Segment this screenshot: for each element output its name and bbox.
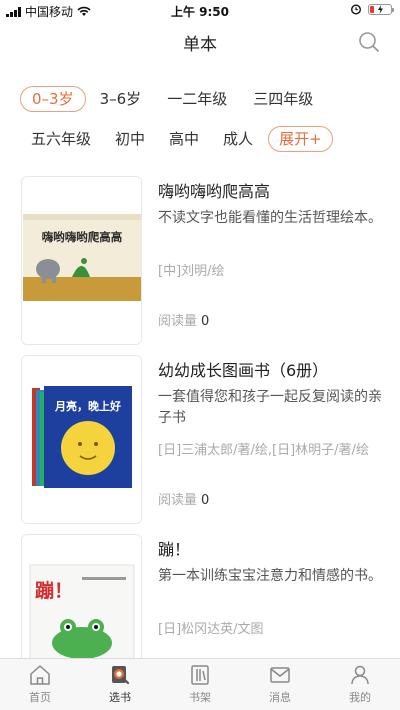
- book-cover-title: 嗨哟嗨哟爬高高: [42, 230, 123, 244]
- book-title[interactable]: 幼幼成长图画书（6册）: [158, 357, 328, 381]
- book-cover-title: 月亮，晚上好: [54, 399, 121, 413]
- read-count-label: 阅读量: [158, 493, 198, 508]
- search-icon[interactable]: [358, 31, 380, 53]
- filter-chip-grade-3-4[interactable]: 三四年级: [241, 86, 325, 112]
- book-author: [日]三浦太郎/著/绘,[日]林明子/著/绘: [158, 443, 369, 458]
- battery-icon: [368, 3, 394, 15]
- tab-profile[interactable]: 我的: [320, 659, 400, 710]
- profile-icon: [351, 665, 369, 685]
- book-item[interactable]: 月亮，晚上好 幼幼成长图画书（6册） 一套值得您和孩子一起反复阅读的亲子书 [日…: [0, 355, 400, 525]
- tab-label: 我的: [349, 691, 371, 704]
- read-count-value: 0: [201, 493, 210, 508]
- filter-row-2: 五六年级 初中 高中 成人 展开+: [20, 126, 390, 152]
- book-description: 不读文字也能看懂的生活哲理绘本。: [158, 210, 382, 226]
- alarm-clock-icon: [350, 4, 362, 15]
- book-author: [日]松冈达英/文图: [158, 622, 264, 637]
- status-time: 上午 9:50: [170, 5, 230, 19]
- book-cover-image: 嗨哟嗨哟爬高高: [22, 177, 141, 344]
- filter-chip-3-6[interactable]: 3–6岁: [88, 86, 154, 112]
- filter-chip-grade-1-2[interactable]: 一二年级: [155, 86, 239, 112]
- tab-messages[interactable]: 消息: [240, 659, 320, 710]
- filter-row-1: 0–3岁 3–6岁 一二年级 三四年级: [20, 86, 390, 112]
- filter-chip-adult[interactable]: 成人: [212, 126, 264, 152]
- read-count-label: 阅读量: [158, 314, 198, 329]
- nav-bar: 单本: [0, 20, 400, 64]
- book-cover-image: 蹦！: [22, 535, 141, 658]
- book-item[interactable]: 嗨哟嗨哟爬高高 嗨哟嗨哟爬高高 不读文字也能看懂的生活哲理绘本。 [中]刘明/绘…: [0, 176, 400, 346]
- read-count: 阅读量 0: [158, 489, 209, 508]
- status-right: [350, 3, 394, 15]
- tab-label: 选书: [109, 691, 131, 704]
- book-title[interactable]: 嗨哟嗨哟爬高高: [158, 178, 270, 202]
- home-icon: [30, 665, 50, 685]
- tab-label: 首页: [29, 691, 51, 704]
- filter-chip-junior-high[interactable]: 初中: [104, 126, 156, 152]
- age-filter: 0–3岁 3–6岁 一二年级 三四年级 五六年级 初中 高中 成人 展开+: [20, 86, 390, 166]
- book-item[interactable]: 蹦！ 蹦！ 第一本训练宝宝注意力和情感的书。 [日]松冈达英/文图: [0, 534, 400, 658]
- tab-bookshelf[interactable]: 书架: [160, 659, 240, 710]
- tab-home[interactable]: 首页: [0, 659, 80, 710]
- tab-choose-book[interactable]: 选书: [80, 659, 160, 710]
- book-cover[interactable]: 蹦！: [21, 534, 142, 658]
- book-search-icon: [112, 666, 130, 685]
- tab-label: 消息: [269, 691, 291, 704]
- page-title: 单本: [183, 35, 217, 55]
- status-bar: 中国移动 上午 9:50: [0, 0, 400, 20]
- filter-chip-grade-5-6[interactable]: 五六年级: [20, 126, 102, 152]
- book-cover[interactable]: 月亮，晚上好: [21, 355, 142, 524]
- book-cover[interactable]: 嗨哟嗨哟爬高高: [21, 176, 142, 345]
- filter-chip-0-3[interactable]: 0–3岁: [20, 86, 86, 112]
- bookshelf-icon: [191, 665, 209, 685]
- book-title[interactable]: 蹦！: [158, 536, 190, 560]
- mail-icon: [270, 667, 290, 683]
- filter-chip-senior-high[interactable]: 高中: [158, 126, 210, 152]
- read-count-value: 0: [201, 314, 210, 329]
- book-author: [中]刘明/绘: [158, 264, 225, 279]
- book-cover-image: 月亮，晚上好: [22, 356, 141, 523]
- tab-label: 书架: [189, 691, 211, 704]
- book-description: 一套值得您和孩子一起反复阅读的亲子书: [158, 389, 382, 426]
- read-count: 阅读量 0: [158, 310, 209, 329]
- expand-filters-button[interactable]: 展开+: [268, 126, 333, 152]
- book-cover-title: 蹦！: [35, 580, 73, 602]
- book-description: 第一本训练宝宝注意力和情感的书。: [158, 568, 382, 584]
- tab-bar: 首页 选书 书架 消息 我的: [0, 658, 400, 710]
